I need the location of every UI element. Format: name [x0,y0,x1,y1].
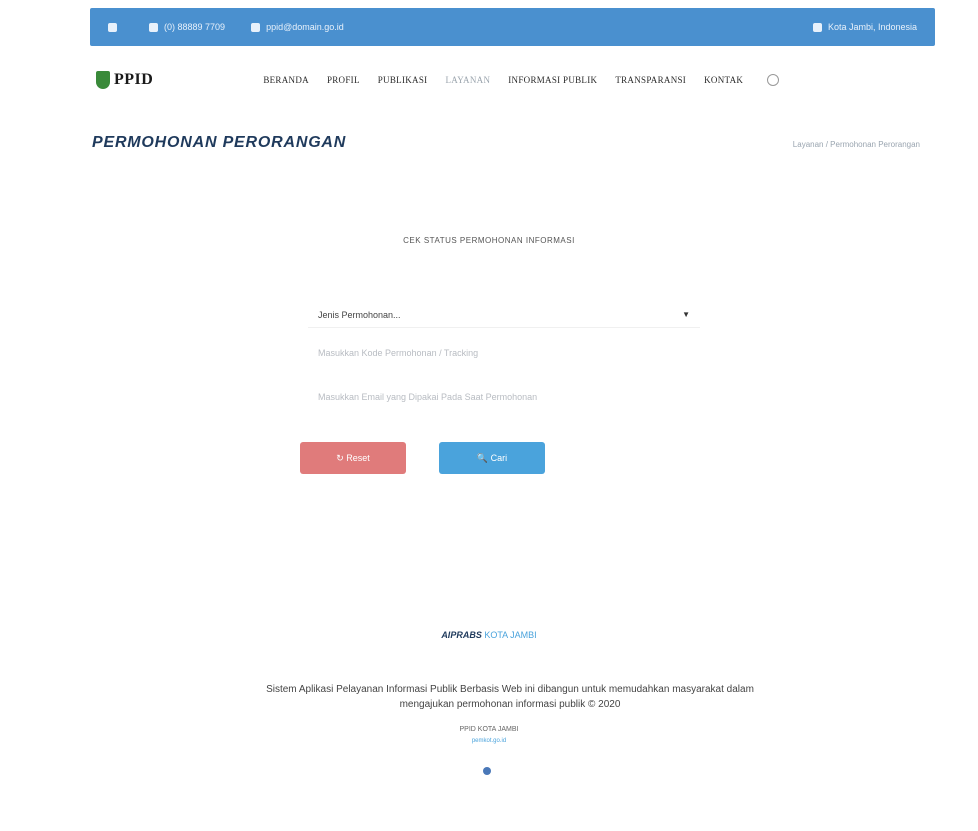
logo-text: PPID [114,71,154,88]
mail-icon [251,22,261,32]
phone-icon [149,22,158,32]
home-icon [108,22,117,32]
request-type-select[interactable]: Jenis Permohonan... ▼ [308,302,700,328]
email-info[interactable]: ppid@domain.go.id [251,22,344,32]
top-info-bar: (0) 88889 7709 ppid@domain.go.id Kota Ja… [90,8,935,46]
email-input[interactable] [308,384,700,410]
footer-link[interactable]: pemkot.go.id [0,738,978,744]
page-title: PERMOHONAN PERORANGAN [92,134,347,151]
main-navbar: PPID BERANDA PROFIL PUBLIKASI LAYANAN IN… [90,58,935,102]
nav-menu: BERANDA PROFIL PUBLIKASI LAYANAN INFORMA… [263,74,780,86]
phone-info[interactable]: (0) 88889 7709 [149,22,225,32]
email-text: ppid@domain.go.id [266,22,344,32]
nav-item-publikasi[interactable]: PUBLIKASI [378,75,428,85]
footer-brand-bold: AIPRABS [441,630,482,640]
footer-description: Sistem Aplikasi Pelayanan Informasi Publ… [266,684,754,710]
nav-item-profil[interactable]: PROFIL [327,75,360,85]
location-info: Kota Jambi, Indonesia [812,22,917,32]
search-button[interactable]: 🔍 Cari [439,442,545,474]
tracking-code-input[interactable] [308,340,700,366]
footer-contact: PPID KOTA JAMBI [459,726,519,733]
caret-down-icon: ▼ [682,310,690,319]
nav-item-transparansi[interactable]: TRANSPARANSI [615,75,686,85]
scroll-top-icon[interactable] [483,767,491,775]
breadcrumb[interactable]: Layanan / Permohonan Perorangan [793,140,920,149]
nav-item-layanan[interactable]: LAYANAN [445,75,490,85]
home-link[interactable] [108,22,123,32]
select-value: Jenis Permohonan... [318,309,401,320]
location-icon [812,22,822,32]
footer-brand-rest: KOTA JAMBI [484,630,537,640]
nav-item-informasi-publik[interactable]: INFORMASI PUBLIK [508,75,597,85]
site-logo[interactable]: PPID [96,71,153,89]
location-text: Kota Jambi, Indonesia [827,22,917,32]
search-icon[interactable] [767,74,780,86]
nav-item-kontak[interactable]: KONTAK [704,75,743,85]
phone-text: (0) 88889 7709 [164,22,226,32]
footer-brand: AIPRABS KOTA JAMBI [0,630,978,640]
logo-emblem-icon [96,71,110,89]
form-heading: CEK STATUS PERMOHONAN INFORMASI [403,236,575,245]
nav-item-beranda[interactable]: BERANDA [263,75,309,85]
reset-button[interactable]: ↻ Reset [300,442,406,474]
